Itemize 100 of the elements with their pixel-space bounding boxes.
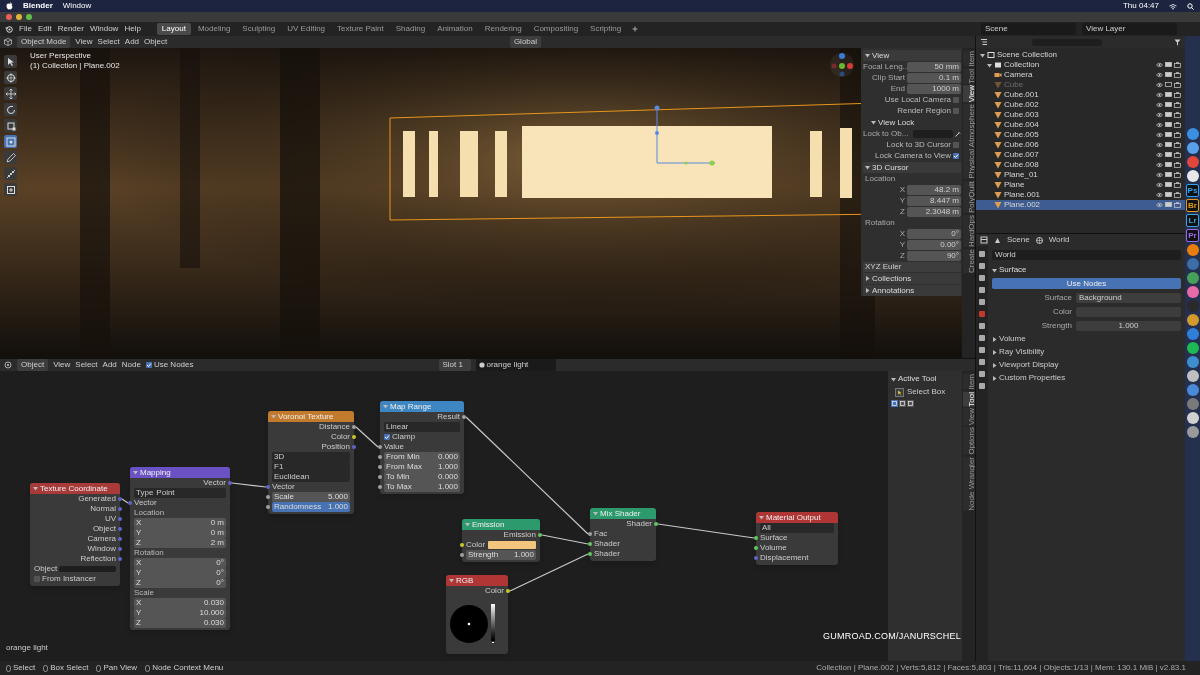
sidebar-tab[interactable]: Tool [962, 391, 975, 407]
node-socket[interactable] [352, 445, 356, 449]
node-socket[interactable] [228, 481, 232, 485]
color-swatch[interactable] [488, 541, 536, 549]
panel-header[interactable]: Volume [999, 334, 1026, 344]
node-socket[interactable] [118, 517, 122, 521]
app-dock-icon[interactable] [1186, 286, 1199, 298]
outliner-row[interactable]: Plane_01 [976, 170, 1185, 180]
menu-item[interactable]: File [19, 24, 32, 34]
node-socket[interactable] [588, 542, 592, 546]
node-card[interactable]: Material Output All Surface Volume Displacement [756, 512, 838, 565]
expanded-arrow-icon[interactable] [865, 53, 870, 58]
pencil-icon[interactable] [4, 151, 17, 164]
app-dock-icon[interactable] [1186, 342, 1199, 354]
outliner-icon[interactable] [980, 38, 988, 46]
property-field[interactable]: Background [1076, 292, 1181, 303]
eye-icon[interactable] [1156, 122, 1163, 128]
square-corners-icon[interactable] [4, 119, 17, 132]
outliner-row[interactable]: Cube.005 [976, 130, 1185, 140]
mode-set-icon[interactable] [891, 400, 898, 407]
workspace-tab[interactable]: Sculpting [237, 23, 281, 35]
filter-icon[interactable] [1174, 38, 1181, 46]
expanded-arrow-icon[interactable] [33, 486, 38, 491]
node-card[interactable]: Texture Coordinate Generated Normal UV Object Camera Window Reflection Object From Instancer [30, 483, 120, 586]
node-socket[interactable] [378, 485, 382, 489]
app-dock-icon[interactable] [1186, 244, 1199, 256]
node-socket[interactable] [460, 543, 464, 547]
collapsed-arrow-icon[interactable] [865, 288, 870, 293]
app-dock-icon[interactable] [1186, 370, 1199, 382]
outliner-row[interactable]: Cube.001 [976, 90, 1185, 100]
window-zoom-button[interactable] [26, 14, 32, 20]
node-socket[interactable] [588, 552, 592, 556]
eye-icon[interactable] [1156, 132, 1163, 138]
node-socket[interactable] [754, 546, 758, 550]
camera-icon[interactable] [1174, 202, 1181, 208]
node-socket[interactable] [118, 497, 122, 501]
number-field[interactable]: To Min 0.000 [384, 472, 460, 482]
dropdown[interactable]: Euclidean [272, 472, 350, 482]
menu-item[interactable]: Add [102, 360, 117, 370]
number-field[interactable]: 2.3048 m [907, 207, 961, 217]
camera-icon[interactable] [1174, 162, 1181, 168]
camera-icon[interactable] [1174, 142, 1181, 148]
menu-item[interactable]: Help [124, 24, 141, 34]
node-socket[interactable] [588, 532, 592, 536]
node-socket[interactable] [118, 537, 122, 541]
checkbox[interactable] [953, 142, 959, 148]
outliner-row[interactable]: Cube.007 [976, 150, 1185, 160]
menu-item[interactable]: Window [62, 1, 92, 11]
camera-icon[interactable] [1174, 72, 1181, 78]
node-socket[interactable] [654, 522, 658, 526]
node-socket[interactable] [118, 547, 122, 551]
world-name-field[interactable]: World [992, 250, 1181, 260]
slot-dropdown[interactable]: Slot 1 [438, 359, 471, 371]
number-field[interactable]: To Max 1.000 [384, 482, 460, 492]
menu-item[interactable]: Window [89, 24, 119, 34]
panel-header[interactable]: View Lock [878, 117, 915, 128]
workspace-tab[interactable]: Layout [156, 23, 191, 35]
sidebar-tab[interactable]: Create [962, 249, 975, 274]
number-field[interactable]: 8.447 m [907, 196, 961, 206]
sidebar-tab[interactable]: HardOps [962, 215, 975, 248]
workspace-tab[interactable]: UV Editing [282, 23, 331, 35]
node-socket[interactable] [118, 527, 122, 531]
number-field[interactable]: 0.00° [907, 240, 961, 250]
node-socket[interactable] [378, 465, 382, 469]
panel-header[interactable]: Custom Properties [999, 373, 1066, 383]
outliner-row[interactable]: Cube.006 [976, 140, 1185, 150]
slider-thumb[interactable] [491, 641, 495, 644]
number-field[interactable]: From Max 1.000 [384, 462, 460, 472]
node-socket[interactable] [128, 501, 132, 505]
app-dock-icon[interactable]: Br [1186, 199, 1199, 212]
workspace-tab[interactable]: Compositing [528, 23, 584, 35]
outliner-row[interactable]: Cube.002 [976, 100, 1185, 110]
number-field[interactable]: 90° [907, 251, 961, 261]
number-field[interactable]: Y 0° [134, 568, 226, 578]
menu-item[interactable]: Object [144, 37, 168, 47]
number-field[interactable]: From Min 0.000 [384, 452, 460, 462]
node-socket[interactable] [754, 556, 758, 560]
workspace-tab[interactable]: Modeling [192, 23, 236, 35]
workspace-tab[interactable]: Scripting [585, 23, 627, 35]
eyedropper-icon[interactable] [955, 131, 961, 137]
app-dock-icon[interactable]: Ps [1186, 184, 1199, 197]
collapsed-arrow-icon[interactable] [992, 336, 997, 342]
node-socket[interactable] [352, 435, 356, 439]
number-field[interactable]: Z 2 m [134, 538, 226, 548]
node-header[interactable]: RGB [446, 575, 508, 586]
color-wheel-drawing[interactable] [449, 604, 489, 644]
panel-header[interactable]: Surface [999, 265, 1027, 275]
number-field[interactable]: 0.1 m [907, 73, 961, 83]
eye-icon[interactable] [1156, 92, 1163, 98]
number-field[interactable]: Strength 1.000 [466, 550, 536, 560]
menu-item[interactable]: Node [121, 360, 141, 370]
cube-icon[interactable] [4, 38, 12, 46]
sidebar-tab[interactable]: Item [962, 374, 975, 390]
node-card[interactable]: Mapping Vector Type Point Vector Location X 0 m Y 0 m Z 2 m Rotation X 0° Y 0° Z 0° Scale X 0.030 Y 10.000 Z 0.030 [130, 467, 230, 630]
node-header[interactable]: Texture Coordinate [30, 483, 120, 494]
shader-type-dropdown[interactable]: Object [17, 359, 49, 371]
number-field[interactable]: X 0.030 [134, 598, 226, 608]
number-field[interactable]: Randomness 1.000 [272, 502, 350, 512]
number-field[interactable]: 0° [907, 229, 961, 239]
app-dock-icon[interactable] [1186, 412, 1199, 424]
